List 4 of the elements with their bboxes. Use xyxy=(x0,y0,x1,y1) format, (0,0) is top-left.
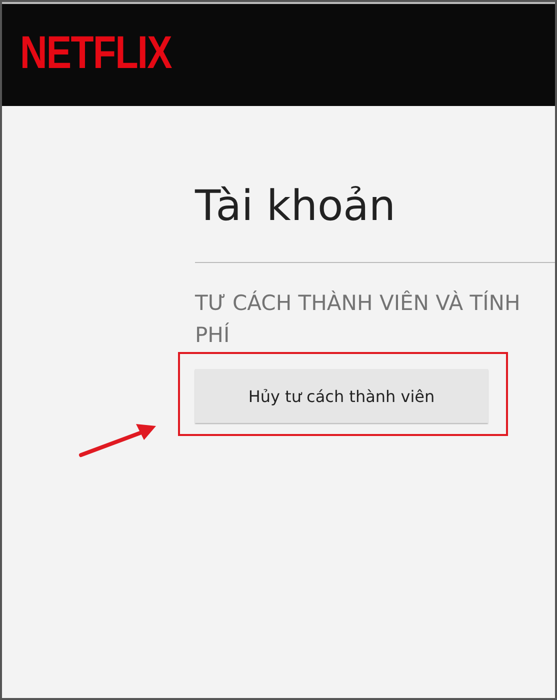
page-title: Tài khoản xyxy=(195,180,397,232)
cancel-membership-button[interactable]: Hủy tư cách thành viên xyxy=(195,369,488,423)
section-heading: TƯ CÁCH THÀNH VIÊN VÀ TÍNH PHÍ xyxy=(195,290,522,349)
logo[interactable]: NETFLIX xyxy=(20,25,172,79)
